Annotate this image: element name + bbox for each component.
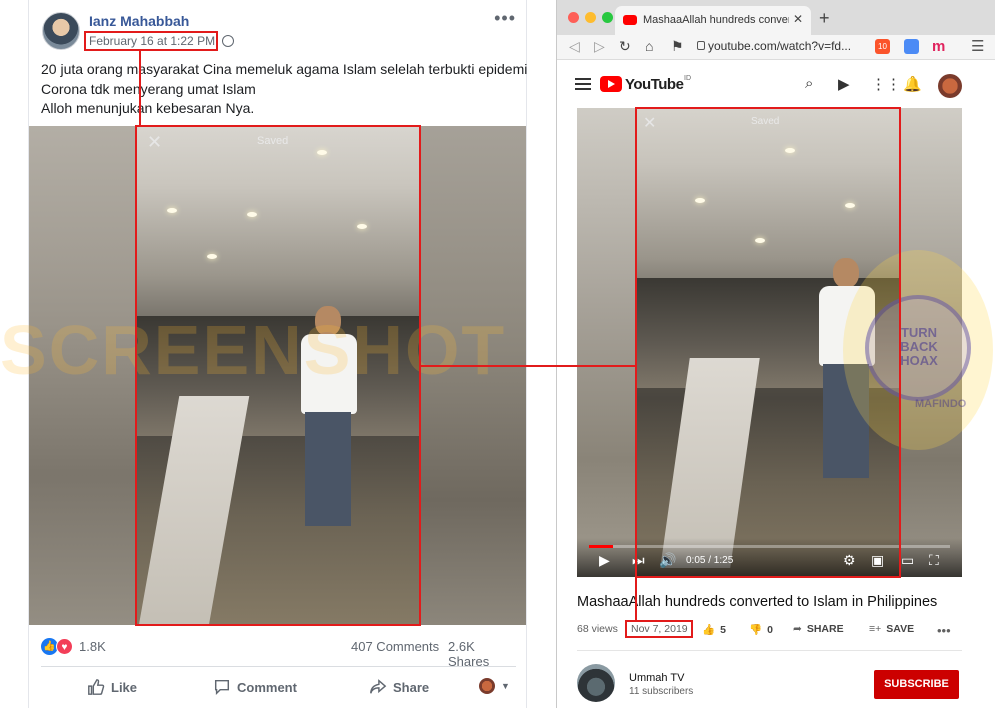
translate-icon[interactable] xyxy=(904,39,919,54)
back-icon[interactable]: ◁ xyxy=(569,38,580,55)
theater-mode-icon[interactable]: ▭ xyxy=(901,552,914,569)
share-arrow-icon: ➦ xyxy=(793,623,802,635)
url-field[interactable]: youtube.com/watch?v=fd... xyxy=(708,39,851,53)
region-code: ID xyxy=(684,75,691,82)
youtube-favicon-icon xyxy=(623,15,637,25)
comparison-screenshot: Ianz Mahabbah February 16 at 1:22 PM •••… xyxy=(0,0,995,708)
bookmark-icon[interactable]: ⚑ xyxy=(671,38,684,55)
globe-icon xyxy=(222,35,234,47)
menu-icon[interactable]: ☰ xyxy=(971,37,984,55)
thumbs-down-icon: 👎 xyxy=(749,624,763,636)
minimize-window-icon[interactable] xyxy=(585,12,596,23)
youtube-logo-icon[interactable] xyxy=(600,76,622,92)
post-line: Alloh menunjukan kebesaran Nya. xyxy=(41,100,255,116)
annotation-box-yt-video xyxy=(635,107,901,578)
more-actions-icon[interactable]: ••• xyxy=(937,623,951,638)
youtube-wordmark[interactable]: YouTube xyxy=(625,76,684,93)
post-line: 20 juta orang masyarakat Cina memeluk ag… xyxy=(41,61,528,77)
reactions-bar: 👍 ♥ 1.8K 407 Comments 2.6K Shares xyxy=(41,638,516,669)
apps-grid-icon[interactable]: ⋮⋮ xyxy=(871,75,901,93)
video-blur-left xyxy=(577,108,635,577)
divider xyxy=(41,666,516,667)
comment-count[interactable]: 407 Comments xyxy=(351,639,439,654)
forward-icon[interactable]: ▷ xyxy=(594,38,605,55)
add-to-playlist-icon: ≡+ xyxy=(869,623,882,635)
hamburger-menu-icon[interactable] xyxy=(575,78,591,90)
video-title: MashaaAllah hundreds converted to Islam … xyxy=(577,594,938,610)
more-options-icon[interactable]: ••• xyxy=(494,8,516,29)
tab-youtube[interactable]: MashaaAllah hundreds converted ✕ xyxy=(615,6,811,35)
profile-mini-avatar xyxy=(479,678,495,694)
author-name[interactable]: Ianz Mahabbah xyxy=(89,13,189,29)
post-line: Corona tdk menyerang umat Islam xyxy=(41,80,256,97)
maximize-window-icon[interactable] xyxy=(602,12,613,23)
account-avatar[interactable] xyxy=(938,74,962,98)
subscribe-button[interactable]: SUBSCRIBE xyxy=(874,670,959,699)
love-reaction-icon[interactable]: ♥ xyxy=(56,638,73,655)
tab-title: MashaaAllah hundreds converted xyxy=(643,14,789,26)
youtube-masthead: YouTube ID ⌕ ▶ ⋮⋮ 🔔 xyxy=(575,74,985,98)
share-label: Share xyxy=(393,679,430,695)
close-tab-icon[interactable]: ✕ xyxy=(793,12,803,26)
dislike-count: 0 xyxy=(767,623,773,636)
share-button[interactable]: ➦ SHARE xyxy=(793,623,844,635)
subscriber-count: 11 subscribers xyxy=(629,686,694,697)
channel-avatar[interactable] xyxy=(577,664,615,702)
share-icon xyxy=(370,679,387,694)
annotation-box-fb-video xyxy=(135,125,421,626)
save-label: SAVE xyxy=(886,623,915,635)
divider xyxy=(577,650,962,651)
extension-m-icon[interactable]: m xyxy=(932,38,945,55)
save-button[interactable]: ≡+ SAVE xyxy=(869,623,914,635)
annotation-box-yt-date xyxy=(625,620,693,638)
tab-strip: MashaaAllah hundreds converted ✕ + xyxy=(557,0,995,35)
home-icon[interactable]: ⌂ xyxy=(645,38,653,54)
author-avatar[interactable] xyxy=(42,12,80,50)
like-count: 5 xyxy=(720,623,726,636)
post-text: 20 juta orang masyarakat Cina memeluk ag… xyxy=(41,60,528,119)
comment-button[interactable]: Comment xyxy=(213,678,297,696)
annotation-box-date xyxy=(84,31,218,51)
reload-icon[interactable]: ↻ xyxy=(619,38,631,55)
notifications-bell-icon[interactable]: 🔔 xyxy=(903,75,922,93)
comment-icon xyxy=(214,679,230,696)
audience-selector[interactable]: ▼ xyxy=(479,678,510,694)
like-label: Like xyxy=(111,679,138,695)
thumbs-up-icon: 👍 xyxy=(702,624,716,636)
like-button[interactable]: Like xyxy=(87,678,137,696)
play-icon[interactable]: ▶ xyxy=(599,552,610,569)
create-video-icon[interactable]: ▶ xyxy=(838,75,850,93)
thumbs-up-icon xyxy=(88,679,105,695)
fullscreen-icon[interactable]: ⛶ xyxy=(929,552,939,569)
chevron-down-icon: ▼ xyxy=(501,681,510,691)
new-tab-button[interactable]: + xyxy=(819,8,830,29)
post-actions: Like Comment Share ▼ xyxy=(41,676,516,700)
channel-name[interactable]: Ummah TV xyxy=(629,672,684,684)
lock-icon xyxy=(697,41,705,50)
share-button[interactable]: Share xyxy=(369,678,429,696)
share-label: SHARE xyxy=(806,623,844,635)
search-icon[interactable]: ⌕ xyxy=(805,75,813,92)
close-window-icon[interactable] xyxy=(568,12,579,23)
view-count: 68 views xyxy=(577,623,618,635)
reaction-count[interactable]: 1.8K xyxy=(79,639,106,654)
brave-shield-icon[interactable]: 10 xyxy=(875,39,890,54)
share-count[interactable]: 2.6K Shares xyxy=(448,639,516,669)
like-button[interactable]: 👍 5 xyxy=(702,623,726,637)
progress-fill xyxy=(589,545,613,548)
stamp-org: MAFINDO xyxy=(915,398,967,410)
dislike-button[interactable]: 👎 0 xyxy=(749,623,773,637)
comment-label: Comment xyxy=(237,679,297,695)
address-bar: ◁ ▷ ↻ ⌂ ⚑ youtube.com/watch?v=fd... 10 m… xyxy=(557,35,995,60)
